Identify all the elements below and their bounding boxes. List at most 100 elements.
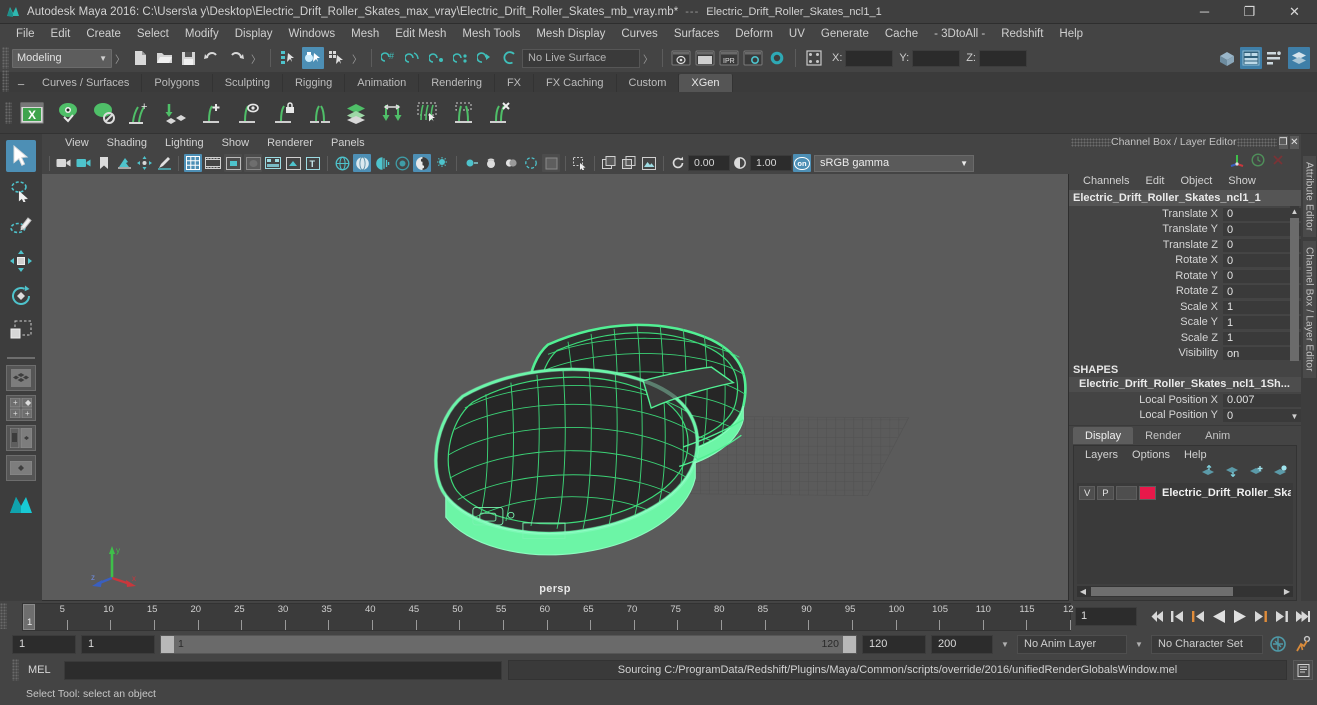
shelf-tab-xgen[interactable]: XGen: [679, 74, 733, 92]
snapshot-icon[interactable]: [640, 154, 658, 172]
current-frame-field[interactable]: 1: [1075, 606, 1137, 626]
layer-list-hscrollbar[interactable]: ◀ ▶: [1077, 586, 1293, 597]
xgen-add-grooming-icon[interactable]: [195, 96, 229, 130]
shelf-row-grip[interactable]: [5, 101, 12, 124]
render-current-frame-button[interactable]: [670, 47, 692, 69]
xgen-mirror-guide-icon[interactable]: [303, 96, 337, 130]
menu-display[interactable]: Display: [227, 26, 281, 42]
hscroll-thumb[interactable]: [1091, 587, 1233, 596]
menu-deform[interactable]: Deform: [727, 26, 781, 42]
menu-surfaces[interactable]: Surfaces: [666, 26, 727, 42]
show-hide-modeling-toolkit-button[interactable]: [1216, 47, 1238, 69]
xgen-add-guides-icon[interactable]: +: [123, 96, 157, 130]
shelf-tab-custom[interactable]: Custom: [617, 74, 680, 92]
layer-menu-help[interactable]: Help: [1177, 449, 1214, 461]
persp-graph-layout[interactable]: [6, 455, 36, 481]
section-collapse-icon-2[interactable]: 〉: [251, 51, 261, 66]
menu-mesh-display[interactable]: Mesh Display: [528, 26, 613, 42]
film-gate-display-icon[interactable]: [264, 154, 282, 172]
command-line-grip[interactable]: [12, 659, 19, 681]
lasso-select-tool[interactable]: [6, 175, 36, 207]
section-collapse-icon[interactable]: 〉: [115, 51, 125, 66]
exposure-reset-icon[interactable]: [669, 154, 687, 172]
menu-mesh-tools[interactable]: Mesh Tools: [454, 26, 528, 42]
viewport-menu-panels[interactable]: Panels: [322, 137, 374, 149]
layer-color-swatch[interactable]: [1138, 486, 1156, 500]
panel-drag-handle-left[interactable]: [1071, 137, 1111, 147]
shelf-tab-animation[interactable]: Animation: [345, 74, 420, 92]
select-by-object-type-button[interactable]: [302, 47, 324, 69]
xgen-disable-preview-icon[interactable]: [87, 96, 121, 130]
channel-box-menu-object[interactable]: Object: [1172, 175, 1220, 187]
new-layer-from-selected-icon[interactable]: [1273, 464, 1288, 480]
make-live-button[interactable]: [499, 47, 521, 69]
viewport-menu-renderer[interactable]: Renderer: [258, 137, 322, 149]
range-slider-right-handle[interactable]: [843, 635, 856, 653]
undo-button[interactable]: [201, 47, 223, 69]
channel-attribute-row[interactable]: Visibility on: [1069, 346, 1301, 362]
menu-mesh[interactable]: Mesh: [343, 26, 387, 42]
step-back-keyframe-icon[interactable]: [1167, 605, 1187, 627]
step-forward-frame-icon[interactable]: [1251, 605, 1271, 627]
open-scene-button[interactable]: [153, 47, 175, 69]
channel-attribute-row[interactable]: Translate Y0: [1069, 222, 1301, 238]
layer-tab-display[interactable]: Display: [1073, 427, 1134, 444]
viewport-effects-icon[interactable]: [542, 154, 560, 172]
snap-to-projected-center-button[interactable]: [451, 47, 473, 69]
xgen-eye-guide-icon[interactable]: [231, 96, 265, 130]
ambient-occlusion-icon[interactable]: [482, 154, 500, 172]
channel-box-menu-show[interactable]: Show: [1220, 175, 1264, 187]
menu-edit[interactable]: Edit: [43, 26, 79, 42]
channel-attribute-row[interactable]: Translate Z0: [1069, 237, 1301, 253]
go-to-start-icon[interactable]: [1146, 605, 1166, 627]
gamma-input[interactable]: 1.00: [750, 155, 792, 171]
channel-attribute-row[interactable]: Scale Z1: [1069, 330, 1301, 346]
menu-uv[interactable]: UV: [781, 26, 813, 42]
xgen-editor-icon[interactable]: X: [15, 96, 49, 130]
depth-of-field-icon[interactable]: [522, 154, 540, 172]
layer-playback-toggle[interactable]: P: [1097, 486, 1114, 500]
gamma-reset-icon[interactable]: [731, 154, 749, 172]
shape-attribute-row[interactable]: Local Position X 0.007: [1069, 392, 1301, 408]
shape-scrollbar[interactable]: ▼: [1290, 392, 1299, 423]
menu-curves[interactable]: Curves: [613, 26, 665, 42]
channel-attribute-row[interactable]: Scale X1: [1069, 299, 1301, 315]
two-d-pan-zoom-icon[interactable]: [135, 154, 153, 172]
channel-attribute-row[interactable]: Rotate X0: [1069, 253, 1301, 269]
move-tool[interactable]: [6, 245, 36, 277]
xgen-select-guides-icon[interactable]: [411, 96, 445, 130]
paste-render-view-icon[interactable]: [620, 154, 638, 172]
viewport-menu-shading[interactable]: Shading: [98, 137, 156, 149]
redo-button[interactable]: [225, 47, 247, 69]
xgen-delete-guide-icon[interactable]: [483, 96, 517, 130]
go-to-end-icon[interactable]: [1293, 605, 1313, 627]
auto-keyframe-icon[interactable]: [1268, 633, 1288, 655]
channel-box-menu-channels[interactable]: Channels: [1075, 175, 1137, 187]
copy-render-view-icon[interactable]: [600, 154, 618, 172]
anim-layer-selector[interactable]: No Anim Layer: [1017, 634, 1127, 654]
new-scene-button[interactable]: [129, 47, 151, 69]
clock-icon[interactable]: [1251, 152, 1265, 170]
scroll-up-arrow[interactable]: ▲: [1290, 206, 1299, 216]
menu-help[interactable]: Help: [1051, 26, 1091, 42]
scroll-down-arrow[interactable]: ▼: [1290, 411, 1299, 421]
command-input[interactable]: [64, 660, 502, 680]
anim-end-field[interactable]: 200: [931, 634, 993, 654]
range-slider[interactable]: 1 120: [160, 634, 857, 654]
snap-to-point-button[interactable]: [427, 47, 449, 69]
current-time-indicator[interactable]: 1: [23, 604, 35, 630]
image-plane-icon[interactable]: [115, 154, 133, 172]
step-forward-keyframe-icon[interactable]: [1272, 605, 1292, 627]
shelf-tab-fx[interactable]: FX: [495, 74, 535, 92]
save-scene-button[interactable]: [177, 47, 199, 69]
range-slider-left-handle[interactable]: [161, 635, 174, 653]
channel-attribute-row[interactable]: Scale Y1: [1069, 315, 1301, 331]
coord-y-input[interactable]: [912, 49, 961, 67]
panel-drag-handle-right[interactable]: [1236, 137, 1277, 147]
section-collapse-icon-4[interactable]: 〉: [643, 51, 653, 66]
viewport-menu-show[interactable]: Show: [213, 137, 259, 149]
channel-attribute-row[interactable]: Rotate Z0: [1069, 284, 1301, 300]
hypershade-layout[interactable]: [6, 487, 36, 519]
xgen-clump-icon[interactable]: [447, 96, 481, 130]
wireframe-shading-icon[interactable]: [333, 154, 351, 172]
